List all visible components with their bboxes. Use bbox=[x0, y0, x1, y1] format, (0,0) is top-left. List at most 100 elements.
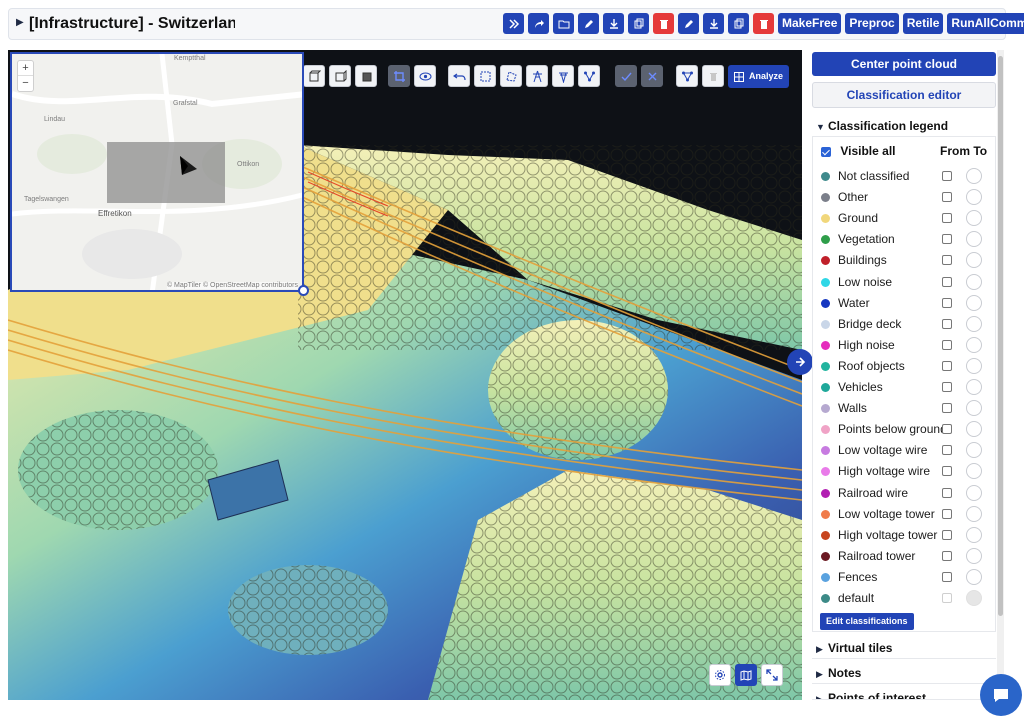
class-to-radio[interactable] bbox=[966, 421, 982, 438]
class-row[interactable]: Low voltage tower bbox=[821, 505, 991, 526]
view-top-icon[interactable] bbox=[303, 65, 325, 87]
pylon-icon[interactable] bbox=[552, 65, 574, 87]
class-to-radio[interactable] bbox=[966, 252, 982, 269]
minimap[interactable]: + − Kemptthal Grafstal Lindau Ottikon Ta… bbox=[10, 52, 304, 292]
class-to-radio[interactable] bbox=[966, 400, 982, 417]
delete-icon[interactable] bbox=[653, 13, 674, 34]
class-to-radio[interactable] bbox=[966, 379, 982, 395]
class-to-radio[interactable] bbox=[966, 505, 982, 522]
minimap-resize-handle[interactable] bbox=[298, 285, 309, 296]
class-to-radio[interactable] bbox=[966, 463, 982, 480]
class-to-radio[interactable] bbox=[966, 210, 982, 227]
points-of-interest-header[interactable]: ▶ Points of interest bbox=[812, 687, 996, 700]
class-row[interactable]: Railroad wire bbox=[821, 484, 991, 505]
class-row[interactable]: Fences bbox=[821, 568, 991, 589]
edit-classifications-button[interactable]: Edit classifications bbox=[820, 613, 914, 630]
class-from-checkbox[interactable] bbox=[942, 466, 952, 477]
class-row[interactable]: Other bbox=[821, 188, 991, 209]
panel-scrollbar[interactable] bbox=[997, 50, 1004, 700]
analyze-button[interactable]: Analyze bbox=[728, 65, 790, 88]
class-from-checkbox[interactable] bbox=[942, 487, 952, 498]
copy-icon[interactable] bbox=[728, 13, 749, 34]
polygon-select-icon[interactable] bbox=[500, 65, 522, 87]
chat-button[interactable] bbox=[980, 674, 1022, 716]
collapse-caret-icon[interactable]: ▶ bbox=[16, 17, 24, 28]
confirm-icon[interactable] bbox=[615, 65, 637, 87]
view-side-icon[interactable] bbox=[355, 65, 377, 87]
class-row[interactable]: Not classified bbox=[821, 167, 991, 188]
classification-editor-button[interactable]: Classification editor bbox=[812, 82, 996, 108]
class-row[interactable]: default bbox=[821, 589, 991, 610]
class-row[interactable]: Vehicles bbox=[821, 378, 991, 399]
class-row[interactable]: Bridge deck bbox=[821, 315, 991, 336]
class-row[interactable]: High noise bbox=[821, 336, 991, 357]
select-points-icon[interactable] bbox=[474, 65, 496, 87]
settings-icon[interactable] bbox=[709, 664, 731, 686]
graph-icon[interactable] bbox=[676, 65, 698, 87]
class-to-radio[interactable] bbox=[966, 590, 982, 606]
fullscreen-icon[interactable] bbox=[761, 664, 783, 686]
download-icon[interactable] bbox=[703, 13, 724, 34]
class-to-radio[interactable] bbox=[966, 526, 982, 543]
view-front-icon[interactable] bbox=[329, 65, 351, 87]
class-row[interactable]: Ground bbox=[821, 209, 991, 230]
class-to-radio[interactable] bbox=[966, 568, 982, 585]
notes-header[interactable]: ▶ Notes bbox=[812, 662, 996, 684]
zoom-in-button[interactable]: + bbox=[18, 61, 33, 76]
class-row[interactable]: Walls bbox=[821, 399, 991, 420]
class-to-radio[interactable] bbox=[966, 231, 982, 248]
class-from-checkbox[interactable] bbox=[942, 255, 952, 266]
class-from-checkbox[interactable] bbox=[942, 571, 952, 582]
delete-icon[interactable] bbox=[753, 13, 774, 34]
class-to-radio[interactable] bbox=[966, 294, 982, 311]
eye-icon[interactable] bbox=[414, 65, 436, 87]
class-to-radio[interactable] bbox=[966, 315, 982, 332]
class-row[interactable]: Low noise bbox=[821, 273, 991, 294]
copy-icon[interactable] bbox=[628, 13, 649, 34]
tower-icon[interactable] bbox=[526, 65, 548, 87]
class-from-checkbox[interactable] bbox=[942, 297, 952, 308]
class-from-checkbox[interactable] bbox=[942, 213, 952, 224]
undo-icon[interactable] bbox=[448, 65, 470, 87]
retile-button[interactable]: Retile bbox=[902, 13, 944, 34]
class-from-checkbox[interactable] bbox=[942, 593, 952, 603]
class-row[interactable]: Points below ground bbox=[821, 420, 991, 441]
class-from-checkbox[interactable] bbox=[942, 339, 952, 350]
network-icon[interactable] bbox=[578, 65, 600, 87]
class-to-radio[interactable] bbox=[966, 547, 982, 564]
class-to-radio[interactable] bbox=[966, 357, 982, 374]
classification-legend-header[interactable]: ▼ Classification legend bbox=[812, 115, 996, 137]
trash-icon[interactable] bbox=[702, 65, 724, 87]
visible-all-checkbox[interactable] bbox=[821, 146, 831, 157]
class-from-checkbox[interactable] bbox=[942, 550, 952, 561]
class-row[interactable]: Railroad tower bbox=[821, 547, 991, 568]
preproc-button[interactable]: Preproc bbox=[845, 13, 899, 34]
class-row[interactable]: Roof objects bbox=[821, 357, 991, 378]
map-icon[interactable] bbox=[735, 664, 757, 686]
class-to-radio[interactable] bbox=[966, 484, 982, 501]
class-row[interactable]: High voltage wire bbox=[821, 462, 991, 483]
class-from-checkbox[interactable] bbox=[942, 529, 952, 540]
run-all-commands-button[interactable]: RunAllCommands bbox=[947, 13, 1024, 34]
makefree-button[interactable]: MakeFree bbox=[778, 13, 842, 34]
download-icon[interactable] bbox=[603, 13, 624, 34]
class-row[interactable]: Low voltage wire bbox=[821, 441, 991, 462]
class-from-checkbox[interactable] bbox=[942, 445, 952, 456]
class-to-radio[interactable] bbox=[966, 336, 982, 353]
class-row[interactable]: High voltage tower bbox=[821, 526, 991, 547]
folder-icon[interactable] bbox=[553, 13, 574, 34]
class-from-checkbox[interactable] bbox=[942, 508, 952, 519]
class-row[interactable]: Buildings bbox=[821, 251, 991, 272]
class-from-checkbox[interactable] bbox=[942, 360, 952, 371]
crop-icon[interactable] bbox=[388, 65, 410, 87]
virtual-tiles-header[interactable]: ▶ Virtual tiles bbox=[812, 637, 996, 659]
class-row[interactable]: Vegetation bbox=[821, 230, 991, 251]
class-to-radio[interactable] bbox=[966, 442, 982, 459]
class-to-radio[interactable] bbox=[966, 189, 982, 206]
pencil-icon[interactable] bbox=[578, 13, 599, 34]
zoom-out-button[interactable]: − bbox=[18, 76, 33, 91]
class-from-checkbox[interactable] bbox=[942, 276, 952, 287]
cancel-icon[interactable] bbox=[641, 65, 663, 87]
class-from-checkbox[interactable] bbox=[942, 424, 952, 435]
class-to-radio[interactable] bbox=[966, 273, 982, 290]
